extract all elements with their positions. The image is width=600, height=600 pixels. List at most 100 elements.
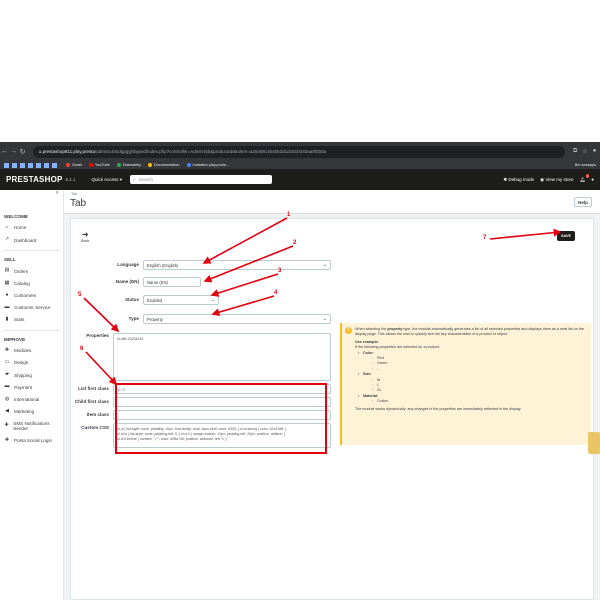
chat-icon: ▬	[4, 303, 10, 310]
custom-css-label: Custom CSS	[81, 425, 109, 430]
sidebar-item-design[interactable]: ▭ Design	[0, 357, 63, 369]
sidebar-item-label: Payment	[14, 384, 33, 390]
forward-arrow-icon[interactable]: →	[9, 148, 18, 155]
bookmark-invitation[interactable]: Invitation.play.pro/le...	[186, 163, 229, 167]
sidebar-item-customers[interactable]: ● Customers	[0, 290, 63, 302]
sidebar-item-shipping[interactable]: ▰ Shipping	[0, 369, 63, 381]
sidebar-item-posta-social-login[interactable]: ✚ Posta Social Login	[0, 435, 63, 447]
properties-value: id-dfle-23234444	[117, 337, 144, 341]
sidebar-item-label: Customer Service	[14, 305, 51, 311]
bookmarks-bar: Gmail YouTube Dramatelly Documentation I…	[0, 161, 600, 169]
bookmark-right[interactable]: Bm seaapps	[575, 163, 600, 167]
bookmark-documentation[interactable]: Documentation	[148, 163, 180, 167]
account-icon: ●	[5, 291, 9, 298]
info-intro: When selecting the property type, the mo…	[355, 327, 584, 337]
corner-image	[588, 432, 600, 454]
sidebar-item-label: Customers	[14, 292, 37, 298]
view-store-link[interactable]: ◉ View my store	[540, 177, 573, 183]
info-property-list: Color:RedGreen...Size:MLXLMaterial:Cotto…	[355, 351, 585, 406]
home-icon: ⌂	[5, 224, 9, 231]
sidebar-item-label: Dashboard	[14, 237, 37, 243]
bookmark-dramatelly[interactable]: Dramatelly	[116, 163, 141, 167]
type-select[interactable]: Property ⌄	[143, 314, 331, 324]
notifications-button[interactable]: 🔔︎ 2	[580, 173, 590, 183]
sidebar-item-orders[interactable]: ▤ Orders	[0, 265, 63, 277]
star-icon[interactable]: ☆	[582, 148, 587, 155]
sidebar-item-label: Modules	[14, 348, 32, 354]
desktop-icon: ▭	[4, 359, 10, 366]
search-input[interactable]: ⌕ Search	[130, 175, 273, 184]
collapse-sidebar-icon[interactable]: «	[56, 190, 59, 196]
sidebar-item-label: Design	[14, 360, 29, 366]
bookmark-app-icon[interactable]	[36, 162, 41, 168]
type-value: Property	[147, 316, 163, 322]
bookmark-app-icon[interactable]	[12, 162, 17, 168]
chart-icon: ▮	[5, 315, 9, 322]
language-value: English (English)	[147, 262, 179, 268]
url-path: /admin140xdqpgyjhbjqwd/index.php?control…	[95, 149, 326, 154]
trending-icon: ↗	[4, 236, 10, 243]
bug-icon: ✱	[503, 176, 508, 182]
sidebar-item-label: International	[14, 396, 40, 402]
breadcrumb[interactable]: Tab	[71, 192, 77, 196]
status-select[interactable]: Enabled ⌄	[143, 295, 219, 305]
chevron-down-icon: ⌄	[322, 316, 327, 322]
search-placeholder: Search	[138, 177, 153, 182]
chevron-down-icon: ⌄	[210, 297, 215, 303]
reload-icon[interactable]: ↻	[18, 148, 27, 156]
info-icon: !	[345, 327, 352, 334]
bookmark-app-icon[interactable]	[44, 162, 49, 168]
debug-mode-link[interactable]: ✱ Debug mode	[503, 177, 534, 183]
annotation-number: 1	[287, 212, 291, 218]
sidebar-item-stats[interactable]: ▮ Stats	[0, 314, 63, 326]
sidebar-section-sell: SELL	[4, 257, 16, 263]
annotation-number: 2	[293, 240, 297, 246]
account-icon[interactable]: ●	[591, 177, 594, 182]
page-title: Tab	[70, 198, 87, 209]
back-label: Back	[81, 239, 90, 243]
eye-icon: ◉	[540, 176, 545, 182]
bookmark-app-icon[interactable]	[20, 162, 25, 168]
bookmark-youtube[interactable]: YouTube	[88, 163, 110, 167]
type-label: Type	[128, 316, 139, 321]
prestashop-logo[interactable]: PRESTASHOP	[6, 175, 63, 184]
sidebar-item-dashboard[interactable]: ↗ Dashboard	[0, 234, 63, 246]
sidebar-item-modules[interactable]: ✚ Modules	[0, 345, 63, 357]
language-label: Language	[117, 262, 139, 267]
properties-textarea[interactable]: id-dfle-23234444	[113, 333, 331, 381]
bookmark-app-icon[interactable]	[4, 162, 9, 168]
admin-header: PRESTASHOP 8.1.1 Quick Access ▾ ⌕ Search…	[0, 169, 600, 190]
puzzle-icon: ✚	[4, 422, 9, 429]
sidebar-item-label: Marketing	[14, 408, 35, 414]
annotation-number: 5	[78, 292, 82, 298]
sidebar-item-catalog[interactable]: ▦ Catalog	[0, 277, 63, 289]
sidebar-item-customer-service[interactable]: ▬ Customer Service	[0, 302, 63, 314]
info-property-group: Material:Cotton	[358, 394, 585, 405]
sidebar-item-label: Stats	[14, 317, 25, 323]
back-arrow-icon[interactable]: ←	[0, 148, 9, 155]
bookmark-app-icon[interactable]	[28, 162, 33, 168]
back-arrow-icon: ➜	[81, 230, 89, 239]
back-button[interactable]: ➜ Back	[81, 230, 90, 244]
item-class-label: Item class	[86, 412, 109, 417]
sidebar-item-home[interactable]: ⌂ Home	[0, 222, 63, 234]
annotation-highlight-box	[115, 383, 327, 454]
name-input[interactable]: Name (EN)	[143, 277, 201, 287]
card-icon: ▬	[4, 383, 10, 390]
help-button[interactable]: Help	[574, 197, 592, 207]
extensions-icon[interactable]: ⧉	[573, 148, 577, 155]
name-value: Name (EN)	[147, 279, 168, 285]
page-header: Tab Tab Help	[64, 190, 600, 214]
save-button[interactable]: SAVE	[557, 231, 575, 241]
browser-toolbar: ← → ↻ 🔒︎ prestashop811.play.presta /admi…	[0, 142, 600, 161]
profile-icon[interactable]: ●	[593, 148, 597, 155]
language-select[interactable]: English (English) ⌄	[143, 260, 331, 270]
bookmark-gmail[interactable]: Gmail	[66, 163, 82, 167]
quick-access-dropdown[interactable]: Quick Access ▾	[92, 177, 123, 183]
sell-list: ▤ Orders ▦ Catalog ● Customers ▬ Customer Servi…	[0, 265, 63, 326]
sidebar-item-label: Posta Social Login	[14, 437, 53, 443]
properties-label: Properties	[86, 333, 109, 338]
bookmark-app-icon[interactable]	[52, 162, 57, 168]
truck-icon: ▰	[5, 371, 9, 378]
address-bar[interactable]: 🔒︎ prestashop811.play.presta /admin140xd…	[33, 145, 565, 158]
